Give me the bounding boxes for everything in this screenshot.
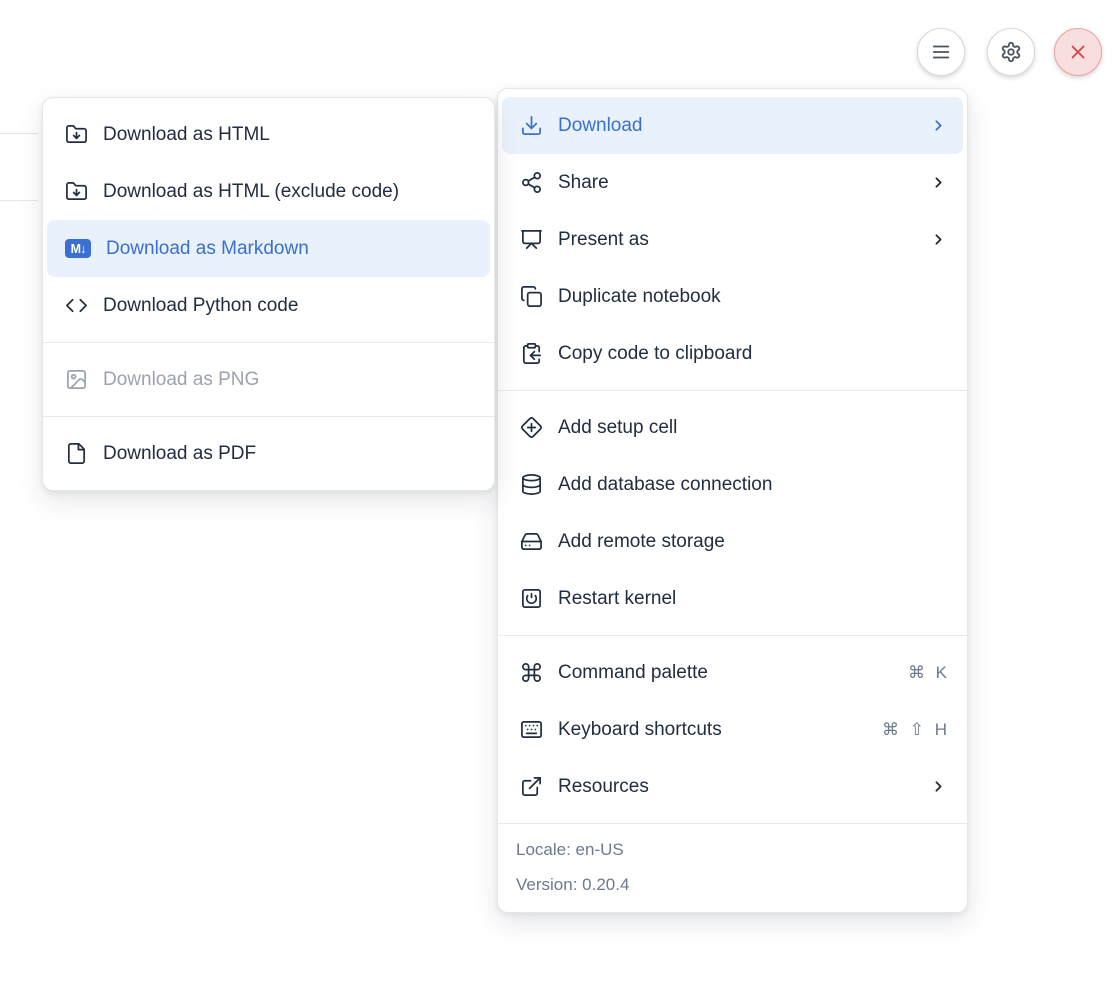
menu-item-label: Add setup cell xyxy=(558,417,677,439)
menu-item-copy-code-to-clipboard[interactable]: Copy code to clipboard xyxy=(502,325,963,382)
markdown-icon: M↓ xyxy=(65,239,91,258)
presentation-icon xyxy=(520,228,543,251)
menu-item-download[interactable]: Download xyxy=(502,97,963,154)
menu-item-label: Download as PDF xyxy=(103,443,256,465)
menu-item-present-as[interactable]: Present as xyxy=(502,211,963,268)
menu-item-label: Present as xyxy=(558,229,649,251)
menu-item-label: Add database connection xyxy=(558,474,772,496)
duplicate-icon xyxy=(520,285,543,308)
menu-item-add-remote-storage[interactable]: Add remote storage xyxy=(502,513,963,570)
diamond-plus-icon xyxy=(520,416,543,439)
menu-item-share[interactable]: Share xyxy=(502,154,963,211)
version-text: Version: 0.20.4 xyxy=(516,867,949,902)
menu-item-label: Download as HTML (exclude code) xyxy=(103,181,399,203)
file-icon xyxy=(65,442,88,465)
menu-item-label: Add remote storage xyxy=(558,531,725,553)
database-icon xyxy=(520,473,543,496)
menu-item-add-setup-cell[interactable]: Add setup cell xyxy=(502,399,963,456)
chevron-right-icon xyxy=(930,117,947,134)
locale-text: Locale: en-US xyxy=(516,832,949,867)
notebook-menu-dropdown: Download Share Present as Duplicate note… xyxy=(497,88,968,913)
power-icon xyxy=(520,587,543,610)
background-divider xyxy=(0,200,38,201)
settings-button[interactable] xyxy=(987,28,1035,76)
code-icon xyxy=(65,294,88,317)
menu-footer: Locale: en-US Version: 0.20.4 xyxy=(498,824,967,912)
menu-item-resources[interactable]: Resources xyxy=(502,758,963,815)
image-icon xyxy=(65,368,88,391)
menu-item-label: Download as HTML xyxy=(103,124,270,146)
shortcut-hint: ⌘ ⇧ H xyxy=(882,720,947,740)
command-icon xyxy=(520,661,543,684)
menu-group: Download as HTML Download as HTML (exclu… xyxy=(43,98,494,342)
menu-item-label: Resources xyxy=(558,776,649,798)
menu-item-download-as-pdf[interactable]: Download as PDF xyxy=(47,425,490,482)
menu-item-download-as-html-exclude-code[interactable]: Download as HTML (exclude code) xyxy=(47,163,490,220)
shortcut-hint: ⌘ K xyxy=(908,663,947,683)
menu-item-label: Download as PNG xyxy=(103,369,259,391)
menu-group: Command palette ⌘ K Keyboard shortcuts ⌘… xyxy=(498,636,967,823)
chevron-right-icon xyxy=(930,778,947,795)
menu-item-label: Download as Markdown xyxy=(106,238,309,260)
menu-item-label: Copy code to clipboard xyxy=(558,343,752,365)
download-icon xyxy=(520,114,543,137)
download-submenu: Download as HTML Download as HTML (exclu… xyxy=(42,97,495,491)
menu-item-label: Command palette xyxy=(558,662,708,684)
hard-drive-icon xyxy=(520,530,543,553)
chevron-right-icon xyxy=(930,231,947,248)
menu-item-add-database-connection[interactable]: Add database connection xyxy=(502,456,963,513)
chevron-right-icon xyxy=(930,174,947,191)
menu-item-download-as-html[interactable]: Download as HTML xyxy=(47,106,490,163)
menu-item-label: Restart kernel xyxy=(558,588,676,610)
close-x-icon xyxy=(1067,41,1089,63)
external-link-icon xyxy=(520,775,543,798)
menu-item-label: Duplicate notebook xyxy=(558,286,721,308)
menu-group: Add setup cell Add database connection A… xyxy=(498,391,967,635)
menu-item-label: Download xyxy=(558,115,643,137)
menu-item-label: Download Python code xyxy=(103,295,298,317)
background-divider xyxy=(0,133,38,134)
gear-icon xyxy=(1000,41,1022,63)
folder-down-icon xyxy=(65,180,88,203)
menu-item-label: Share xyxy=(558,172,609,194)
menu-group: Download Share Present as Duplicate note… xyxy=(498,89,967,390)
menu-item-duplicate-notebook[interactable]: Duplicate notebook xyxy=(502,268,963,325)
keyboard-icon xyxy=(520,718,543,741)
menu-item-label: Keyboard shortcuts xyxy=(558,719,722,741)
folder-down-icon xyxy=(65,123,88,146)
menu-item-download-as-png: Download as PNG xyxy=(47,351,490,408)
notebook-menu-button[interactable] xyxy=(917,28,965,76)
menu-item-command-palette[interactable]: Command palette ⌘ K xyxy=(502,644,963,701)
menu-group: Download as PNG xyxy=(43,343,494,416)
menu-item-download-as-markdown[interactable]: M↓ Download as Markdown xyxy=(47,220,490,277)
close-button[interactable] xyxy=(1054,28,1102,76)
hamburger-menu-icon xyxy=(930,41,952,63)
menu-group: Download as PDF xyxy=(43,417,494,490)
share-icon xyxy=(520,171,543,194)
menu-item-download-python-code[interactable]: Download Python code xyxy=(47,277,490,334)
clipboard-copy-icon xyxy=(520,342,543,365)
menu-item-restart-kernel[interactable]: Restart kernel xyxy=(502,570,963,627)
menu-item-keyboard-shortcuts[interactable]: Keyboard shortcuts ⌘ ⇧ H xyxy=(502,701,963,758)
